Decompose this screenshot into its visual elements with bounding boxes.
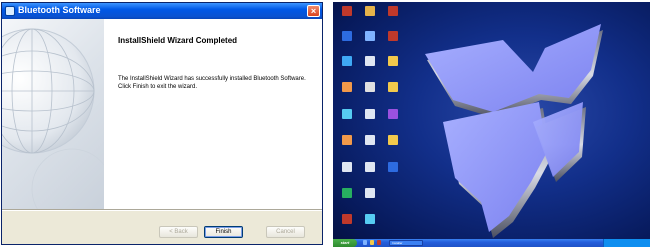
desktop-icon[interactable] xyxy=(335,188,359,198)
desktop-icon[interactable] xyxy=(381,56,405,66)
start-button[interactable]: start xyxy=(333,239,357,247)
globe-graphic xyxy=(2,28,113,230)
document-icon xyxy=(365,135,375,145)
button-separator xyxy=(2,209,322,211)
quick-launch-icon[interactable] xyxy=(370,240,374,245)
program-icon xyxy=(342,56,352,66)
bluetooth-icon xyxy=(388,162,398,172)
document-icon xyxy=(365,188,375,198)
desktop-icon[interactable] xyxy=(381,31,405,41)
desktop-icon[interactable] xyxy=(335,82,359,92)
program-icon xyxy=(342,188,352,198)
program-icon xyxy=(342,31,352,41)
cancel-button[interactable]: Cancel xyxy=(266,226,305,238)
desktop-icon[interactable] xyxy=(381,6,405,16)
finish-button[interactable]: Finish xyxy=(204,226,243,238)
window-title: Bluetooth Software xyxy=(18,5,101,15)
document-icon xyxy=(388,6,398,16)
desktop-icon[interactable] xyxy=(358,31,382,41)
document-icon xyxy=(388,31,398,41)
program-icon xyxy=(365,31,375,41)
desktop-icon[interactable] xyxy=(335,6,359,16)
quick-launch-icon[interactable] xyxy=(363,240,367,245)
wizard-content: InstallShield Wizard Completed The Insta… xyxy=(104,19,322,209)
desktop-icon[interactable] xyxy=(358,162,382,172)
desktop-icon[interactable] xyxy=(335,31,359,41)
program-icon xyxy=(342,82,352,92)
desktop-icon[interactable] xyxy=(358,56,382,66)
taskbar-item-label: Installer xyxy=(392,241,403,245)
program-icon xyxy=(388,109,398,119)
document-icon xyxy=(365,56,375,66)
wizard-message: The InstallShield Wizard has successfull… xyxy=(118,76,306,90)
close-icon[interactable]: × xyxy=(307,5,320,17)
desktop-icon[interactable] xyxy=(335,162,359,172)
desktop-icon[interactable] xyxy=(381,109,405,119)
wizard-heading: InstallShield Wizard Completed xyxy=(118,36,238,45)
program-icon xyxy=(342,109,352,119)
desktop-icon[interactable] xyxy=(381,82,405,92)
document-icon xyxy=(365,162,375,172)
taskbar-item[interactable]: Installer xyxy=(389,240,423,246)
desktop-icon[interactable] xyxy=(358,82,382,92)
document-icon xyxy=(342,162,352,172)
program-icon xyxy=(365,82,375,92)
back-button[interactable]: < Back xyxy=(159,226,198,238)
bluetooth-app-icon xyxy=(5,6,15,16)
desktop-icon[interactable] xyxy=(381,135,405,145)
program-icon xyxy=(342,6,352,16)
program-icon xyxy=(342,135,352,145)
document-icon xyxy=(342,214,352,224)
desktop-icon[interactable] xyxy=(381,162,405,172)
taskbar: start Installer xyxy=(333,239,650,247)
program-icon xyxy=(365,214,375,224)
wizard-side-graphic xyxy=(2,19,113,230)
title-bar[interactable]: Bluetooth Software × xyxy=(2,3,322,19)
folder-icon xyxy=(388,135,398,145)
desktop-icon[interactable] xyxy=(358,135,382,145)
desktop-icon[interactable] xyxy=(335,214,359,224)
desktop-icon[interactable] xyxy=(335,135,359,145)
desktop-icon[interactable] xyxy=(358,6,382,16)
installer-dialog: Bluetooth Software × InstallShield Wizar… xyxy=(1,2,323,245)
quick-launch-icon[interactable] xyxy=(377,240,381,245)
desktop-icon[interactable] xyxy=(358,188,382,198)
folder-icon xyxy=(388,56,398,66)
document-icon xyxy=(365,109,375,119)
desktop-icon[interactable] xyxy=(335,109,359,119)
desktop-icon[interactable] xyxy=(358,214,382,224)
desktop: start Installer xyxy=(333,2,650,247)
desktop-icon[interactable] xyxy=(335,56,359,66)
program-icon xyxy=(365,6,375,16)
system-tray xyxy=(603,239,650,247)
desktop-icon[interactable] xyxy=(358,109,382,119)
folder-icon xyxy=(388,82,398,92)
